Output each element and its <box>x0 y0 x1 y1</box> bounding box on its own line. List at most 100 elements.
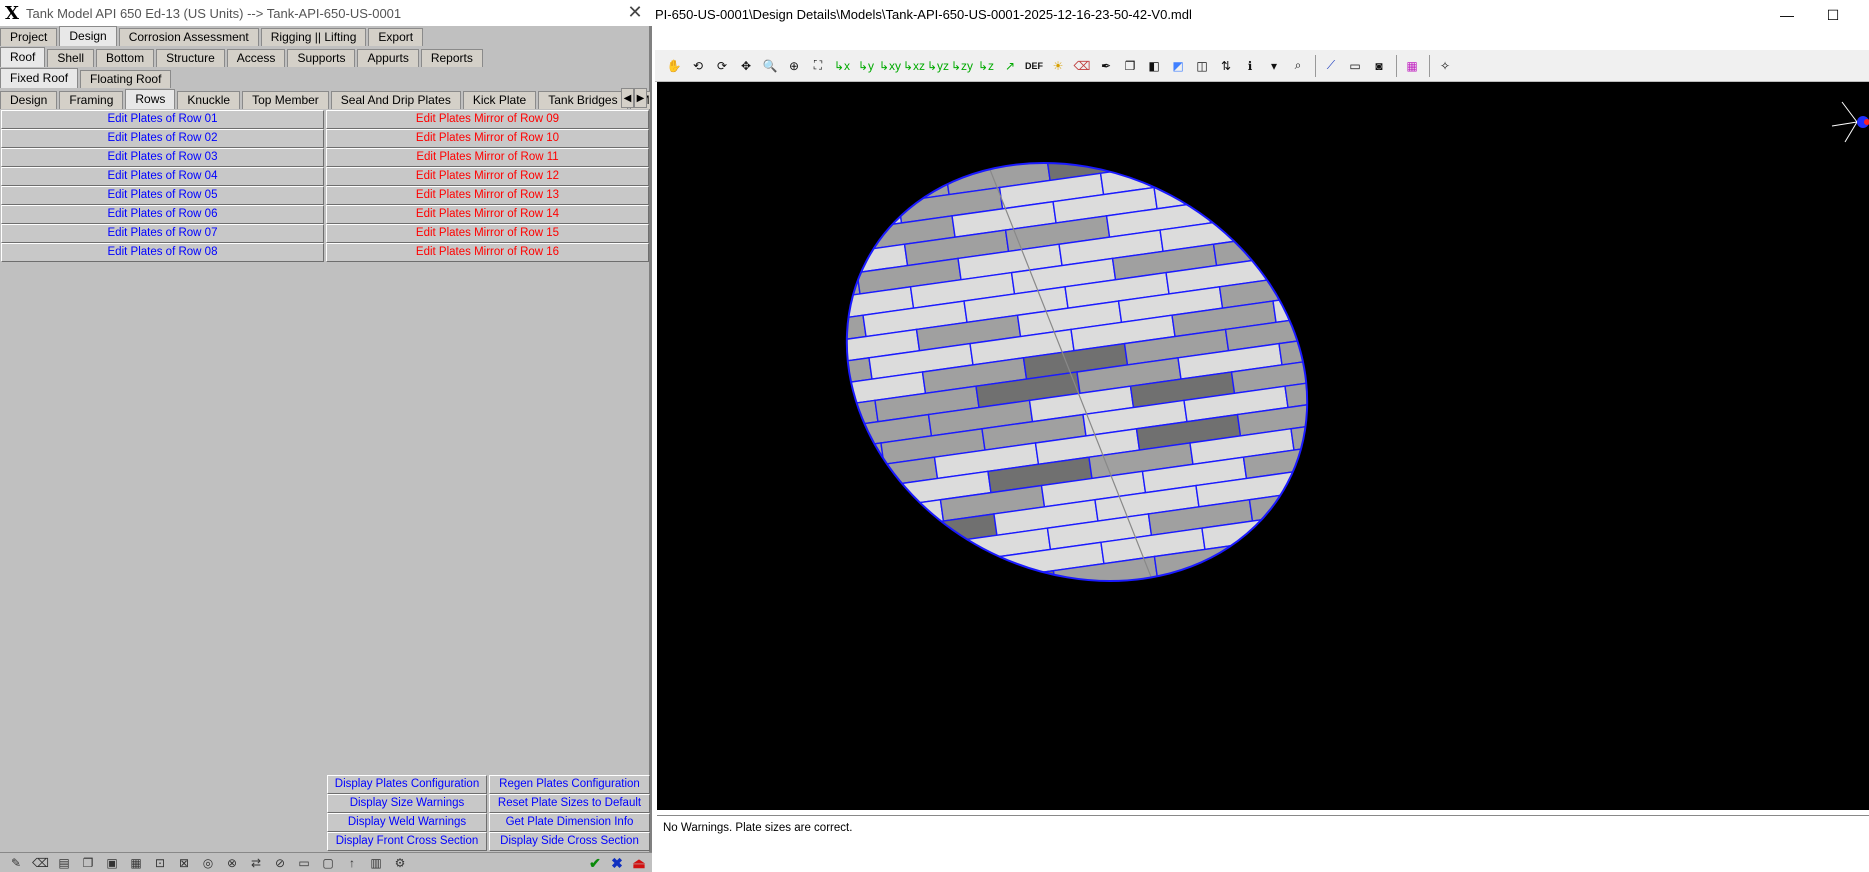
info-icon[interactable]: ℹ <box>1239 55 1261 77</box>
tab-supports[interactable]: Supports <box>287 49 356 67</box>
tab-design[interactable]: Design <box>59 26 117 46</box>
fill-icon[interactable]: ◩ <box>1167 55 1189 77</box>
tab-access[interactable]: Access <box>226 49 286 67</box>
weld-icon[interactable]: ⊠ <box>176 855 192 871</box>
display-size-warnings-button[interactable]: Display Size Warnings <box>327 794 487 813</box>
tab-reports[interactable]: Reports <box>420 49 483 67</box>
tab-export[interactable]: Export <box>368 28 424 46</box>
edit-plates-row-button[interactable]: Edit Plates of Row 01 <box>1 110 324 129</box>
gear-icon[interactable]: ⚙ <box>392 855 408 871</box>
reset-plate-sizes-to-default-button[interactable]: Reset Plate Sizes to Default <box>489 794 650 813</box>
view-zy-icon[interactable]: ↳zy <box>951 55 973 77</box>
edit-plates-row-button[interactable]: Edit Plates of Row 06 <box>1 205 324 224</box>
view-yz-icon[interactable]: ↳yz <box>927 55 949 77</box>
exit-icon[interactable]: ⏏ <box>630 854 648 872</box>
globe-icon[interactable]: ◎ <box>200 855 216 871</box>
measure-tool-icon[interactable]: ⟋ <box>1320 55 1342 77</box>
grid-toggle-icon[interactable]: ▦ <box>1401 55 1423 77</box>
measure-icon[interactable]: ⊡ <box>152 855 168 871</box>
cross-icon[interactable]: ⊗ <box>224 855 240 871</box>
maximize-icon[interactable]: ☐ <box>1821 3 1845 27</box>
move-icon[interactable]: ✥ <box>735 55 757 77</box>
tab-rigging-lifting[interactable]: Rigging || Lifting <box>260 28 367 46</box>
eraser-icon[interactable]: ⌫ <box>32 855 49 871</box>
regen-plates-configuration-button[interactable]: Regen Plates Configuration <box>489 775 650 794</box>
tab-tank-bridges[interactable]: Tank Bridges <box>538 91 628 109</box>
view-x-icon[interactable]: ↳x <box>831 55 853 77</box>
refresh-icon[interactable]: ⇅ <box>1215 55 1237 77</box>
view-y-icon[interactable]: ↳y <box>855 55 877 77</box>
split-view-icon[interactable]: ◧ <box>1143 55 1165 77</box>
tab-rows[interactable]: Rows <box>125 89 176 109</box>
check-icon[interactable]: ✔ <box>586 854 604 872</box>
close-icon[interactable]: ✕ <box>626 2 644 22</box>
edit-plates-mirror-row-button[interactable]: Edit Plates Mirror of Row 15 <box>326 224 649 243</box>
display-plates-configuration-button[interactable]: Display Plates Configuration <box>327 775 487 794</box>
def-icon[interactable]: DEF <box>1023 55 1045 77</box>
frame-icon[interactable]: ▭ <box>296 855 312 871</box>
eraser-tool-icon[interactable]: ⌫ <box>1071 55 1093 77</box>
tab-structure[interactable]: Structure <box>156 49 225 67</box>
edit-plates-row-button[interactable]: Edit Plates of Row 02 <box>1 129 324 148</box>
display-front-cross-section-button[interactable]: Display Front Cross Section <box>327 832 487 851</box>
edit-plates-mirror-row-button[interactable]: Edit Plates Mirror of Row 16 <box>326 243 649 262</box>
paint-icon[interactable]: ✒ <box>1095 55 1117 77</box>
panel-icon[interactable]: ▤ <box>56 855 72 871</box>
zoom-select-icon[interactable]: ⌕ <box>1287 55 1309 77</box>
window-icon[interactable]: ▭ <box>1344 55 1366 77</box>
tab-framing[interactable]: Framing <box>59 91 124 109</box>
tab-roof[interactable]: Roof <box>0 47 46 67</box>
get-plate-dimension-info-button[interactable]: Get Plate Dimension Info <box>489 813 650 832</box>
edit-plates-mirror-row-button[interactable]: Edit Plates Mirror of Row 11 <box>326 148 649 167</box>
edit-plates-row-button[interactable]: Edit Plates of Row 08 <box>1 243 324 262</box>
link-icon[interactable]: ⊘ <box>272 855 288 871</box>
edit-plates-mirror-row-button[interactable]: Edit Plates Mirror of Row 12 <box>326 167 649 186</box>
edit-plates-row-button[interactable]: Edit Plates of Row 07 <box>1 224 324 243</box>
grid-icon[interactable]: ▦ <box>128 855 144 871</box>
tab-kick-plate[interactable]: Kick Plate <box>462 91 537 109</box>
tab-bottom[interactable]: Bottom <box>96 49 155 67</box>
tab-top-member[interactable]: Top Member <box>242 91 329 109</box>
rotate-alt-icon[interactable]: ⟳ <box>711 55 733 77</box>
view-iso-icon[interactable]: ↗ <box>999 55 1021 77</box>
tab-scroll-left-icon[interactable]: ◀ <box>621 88 634 108</box>
zoom-icon[interactable]: 🔍 <box>759 55 781 77</box>
tab-appurts[interactable]: Appurts <box>357 49 419 67</box>
layers-icon[interactable]: ▣ <box>104 855 120 871</box>
view-xz-icon[interactable]: ↳xz <box>903 55 925 77</box>
display-side-cross-section-button[interactable]: Display Side Cross Section <box>489 832 650 851</box>
pencil-icon[interactable]: ✎ <box>8 855 24 871</box>
view-z-icon[interactable]: ↳z <box>975 55 997 77</box>
camera-icon[interactable]: ◙ <box>1368 55 1390 77</box>
edit-plates-mirror-row-button[interactable]: Edit Plates Mirror of Row 10 <box>326 129 649 148</box>
tab-project[interactable]: Project <box>0 28 58 46</box>
minimize-icon[interactable]: — <box>1775 3 1799 27</box>
dual-view-icon[interactable]: ◫ <box>1191 55 1213 77</box>
edit-plates-row-button[interactable]: Edit Plates of Row 04 <box>1 167 324 186</box>
edit-plates-mirror-row-button[interactable]: Edit Plates Mirror of Row 09 <box>326 110 649 129</box>
zoom-extents-icon[interactable]: ⛶ <box>807 55 829 77</box>
tab-seal-and-drip-plates[interactable]: Seal And Drip Plates <box>330 91 461 109</box>
up-arrow-icon[interactable]: ↑ <box>344 855 360 871</box>
3d-viewport[interactable] <box>657 82 1869 810</box>
edit-plates-mirror-row-button[interactable]: Edit Plates Mirror of Row 14 <box>326 205 649 224</box>
rotate-icon[interactable]: ⟲ <box>687 55 709 77</box>
cancel-icon[interactable]: ✖ <box>608 854 626 872</box>
dropdown-icon[interactable]: ▾ <box>1263 55 1285 77</box>
box-icon[interactable]: ▢ <box>320 855 336 871</box>
bar-icon[interactable]: ▥ <box>368 855 384 871</box>
copy-icon[interactable]: ❐ <box>80 855 96 871</box>
edit-plates-row-button[interactable]: Edit Plates of Row 03 <box>1 148 324 167</box>
view-xy-icon[interactable]: ↳xy <box>879 55 901 77</box>
tab-corrosion-assessment[interactable]: Corrosion Assessment <box>118 28 259 46</box>
copy-view-icon[interactable]: ❐ <box>1119 55 1141 77</box>
swap-icon[interactable]: ⇄ <box>248 855 264 871</box>
tab-design[interactable]: Design <box>0 91 58 109</box>
tab-fixed-roof[interactable]: Fixed Roof <box>0 68 79 88</box>
tab-scroll-right-icon[interactable]: ▶ <box>634 88 647 108</box>
tab-knuckle[interactable]: Knuckle <box>177 91 241 109</box>
tab-shell[interactable]: Shell <box>47 49 95 67</box>
display-weld-warnings-button[interactable]: Display Weld Warnings <box>327 813 487 832</box>
light-icon[interactable]: ☀ <box>1047 55 1069 77</box>
edit-plates-mirror-row-button[interactable]: Edit Plates Mirror of Row 13 <box>326 186 649 205</box>
